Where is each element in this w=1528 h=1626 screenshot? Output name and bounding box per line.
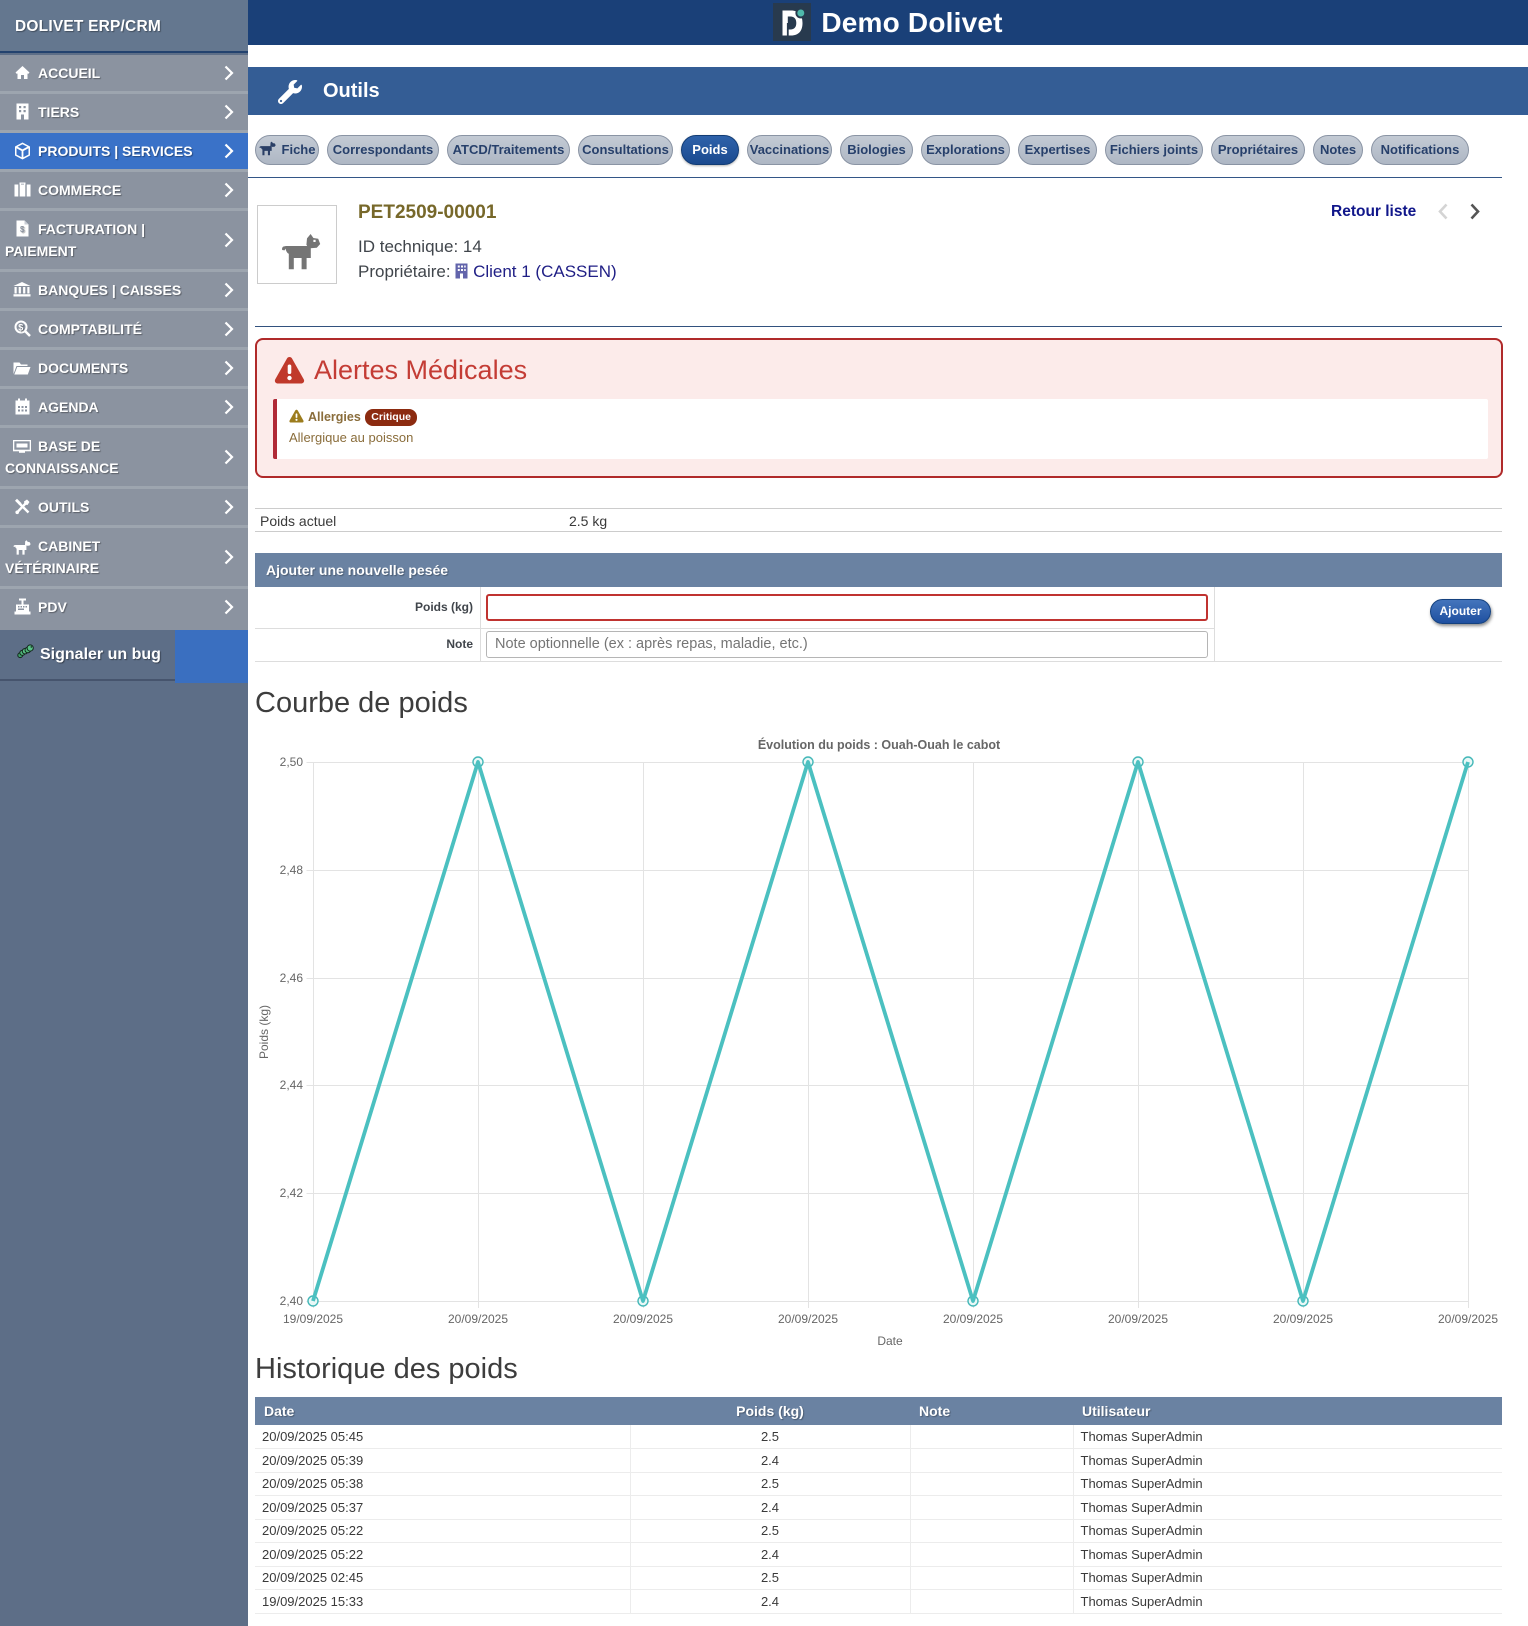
svg-text:2,44: 2,44	[280, 1078, 304, 1092]
svg-text:20/09/2025: 20/09/2025	[1273, 1312, 1333, 1326]
svg-text:20/09/2025: 20/09/2025	[778, 1312, 838, 1326]
svg-text:20/09/2025: 20/09/2025	[613, 1312, 673, 1326]
svg-text:Évolution du poids : Ouah-Ouah: Évolution du poids : Ouah-Ouah le cabot	[758, 737, 1001, 752]
svg-text:Date: Date	[877, 1334, 903, 1348]
svg-text:2,50: 2,50	[280, 755, 304, 769]
svg-text:$: $	[18, 322, 23, 332]
svg-text:2,42: 2,42	[280, 1186, 304, 1200]
svg-text:$: $	[20, 225, 25, 234]
svg-text:20/09/2025: 20/09/2025	[943, 1312, 1003, 1326]
svg-text:Poids (kg): Poids (kg)	[257, 1005, 271, 1059]
svg-text:2,46: 2,46	[280, 971, 304, 985]
svg-text:20/09/2025: 20/09/2025	[448, 1312, 508, 1326]
svg-text:19/09/2025: 19/09/2025	[283, 1312, 343, 1326]
svg-text:20/09/2025: 20/09/2025	[1108, 1312, 1168, 1326]
svg-text:2,40: 2,40	[280, 1294, 304, 1308]
svg-text:2,48: 2,48	[280, 863, 304, 877]
svg-text:20/09/2025: 20/09/2025	[1438, 1312, 1498, 1326]
